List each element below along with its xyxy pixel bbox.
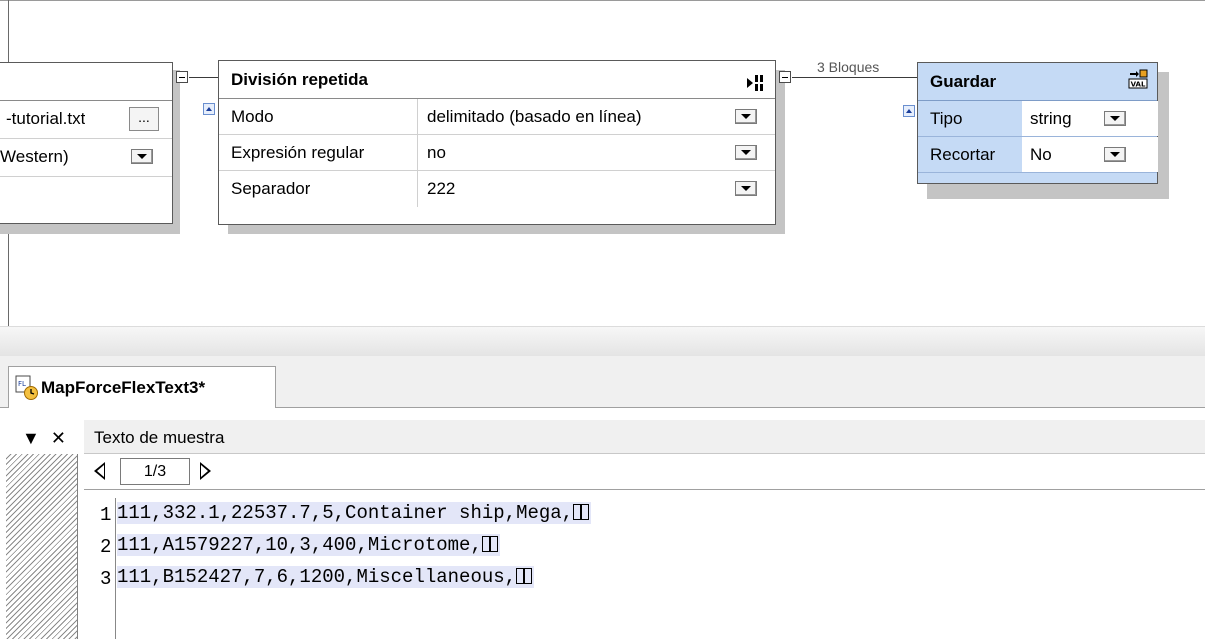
line-number-gutter — [115, 498, 116, 639]
crlf-icon — [573, 503, 590, 521]
sample-text-editor[interactable]: 1 111,332.1,22537.7,5,Container ship,Meg… — [84, 490, 1205, 639]
flextext-file-icon: FL — [15, 375, 39, 401]
page-indicator[interactable]: 1/3 — [120, 458, 190, 485]
source-file-value: -tutorial.txt — [6, 109, 86, 128]
line-number: 1 — [100, 504, 112, 526]
pane-close-icon[interactable]: ✕ — [51, 428, 66, 448]
next-page-icon[interactable] — [200, 462, 211, 480]
sample-line: 111,332.1,22537.7,5,Container ship,Mega, — [117, 502, 592, 524]
regex-dropdown[interactable] — [735, 145, 757, 160]
store-row-value: string — [1022, 101, 1158, 136]
store-row-label: Recortar — [930, 145, 996, 164]
sample-text-panel: ▼ ✕ Texto de muestra 1/3 1 111,332.1,225… — [0, 408, 1205, 639]
line-number: 2 — [100, 536, 112, 558]
previous-page-icon[interactable] — [94, 462, 105, 480]
source-empty-row — [0, 177, 172, 221]
pane-menu-icon[interactable]: ▼ — [22, 428, 40, 448]
sample-line-text: 111,332.1,22537.7,5,Container ship,Mega, — [117, 502, 574, 524]
source-box-header — [0, 63, 172, 101]
sample-line: 111,A1579227,10,3,400,Microtome, — [117, 534, 500, 556]
pane-controls: ▼ ✕ — [22, 428, 66, 449]
crlf-icon — [516, 567, 533, 585]
pane-splitter[interactable] — [0, 326, 1205, 356]
sample-text-header: Texto de muestra — [84, 420, 1205, 454]
split-block-icon — [745, 69, 765, 91]
crlf-icon — [481, 535, 498, 553]
split-row-separator — [417, 99, 418, 134]
svg-text:FL: FL — [18, 380, 26, 388]
store-row-recortar[interactable]: Recortar No — [918, 137, 1158, 173]
split-row-label: Modo — [231, 107, 274, 126]
source-encoding-value: Western) — [0, 147, 69, 166]
document-tab-strip: FL MapForceFlexText3* — [0, 356, 1205, 409]
split-row-separator — [417, 171, 418, 207]
split-component-box[interactable]: División repetida Modo delimitado (basad… — [218, 60, 776, 225]
hatched-gutter — [6, 454, 78, 639]
split-row-value: no — [427, 143, 446, 162]
split-row-value: 222 — [427, 179, 456, 198]
split-row-value: delimitado (basado en línea) — [427, 107, 642, 126]
sample-text-title: Texto de muestra — [94, 428, 225, 447]
tipo-dropdown[interactable] — [1104, 111, 1126, 126]
split-row-separator — [417, 135, 418, 170]
split-box-title: División repetida — [231, 70, 368, 89]
source-output-connector[interactable] — [176, 71, 188, 83]
split-row-modo[interactable]: Modo delimitado (basado en línea) — [219, 99, 775, 135]
separator-dropdown[interactable] — [735, 181, 757, 196]
sample-line-text: 111,A1579227,10,3,400,Microtome, — [117, 534, 482, 556]
modo-dropdown[interactable] — [735, 109, 757, 124]
encoding-dropdown[interactable] — [131, 149, 153, 164]
source-to-split-wire — [189, 77, 219, 78]
store-component-box[interactable]: Guardar VAL Tipo string Recortar No — [917, 62, 1158, 184]
svg-text:VAL: VAL — [1131, 81, 1146, 89]
document-tab[interactable]: FL MapForceFlexText3* — [8, 366, 276, 409]
split-box-header[interactable]: División repetida — [219, 61, 775, 99]
split-row-label: Expresión regular — [231, 143, 365, 162]
source-component-box[interactable]: -tutorial.txt ... Western) — [0, 62, 173, 224]
recortar-dropdown[interactable] — [1104, 147, 1126, 162]
connector-label: 3 Bloques — [817, 59, 880, 75]
store-row-label: Tipo — [930, 109, 963, 128]
document-tab-label: MapForceFlexText3* — [41, 378, 206, 397]
browse-button[interactable]: ... — [129, 107, 159, 131]
sample-navigation-bar: 1/3 — [84, 454, 1205, 490]
mapping-canvas[interactable]: -tutorial.txt ... Western) División repe… — [0, 1, 1205, 326]
split-row-regex[interactable]: Expresión regular no — [219, 135, 775, 171]
split-row-label: Separador — [231, 179, 311, 198]
store-box-title: Guardar — [930, 72, 997, 91]
split-output-connector[interactable] — [779, 71, 791, 83]
store-expand-toggle[interactable] — [903, 105, 915, 117]
split-expand-toggle[interactable] — [203, 103, 215, 115]
split-to-store-wire — [792, 77, 918, 78]
sample-line-text: 111,B152427,7,6,1200,Miscellaneous, — [117, 566, 517, 588]
source-encoding-row[interactable]: Western) — [0, 139, 172, 177]
store-row-tipo[interactable]: Tipo string — [918, 101, 1158, 137]
store-box-header[interactable]: Guardar VAL — [918, 63, 1157, 101]
split-row-separador[interactable]: Separador 222 — [219, 171, 775, 207]
store-value-icon: VAL — [1127, 66, 1149, 89]
source-file-row[interactable]: -tutorial.txt ... — [0, 101, 172, 139]
store-row-value: No — [1022, 137, 1158, 172]
sample-line: 111,B152427,7,6,1200,Miscellaneous, — [117, 566, 535, 588]
line-number: 3 — [100, 568, 112, 590]
